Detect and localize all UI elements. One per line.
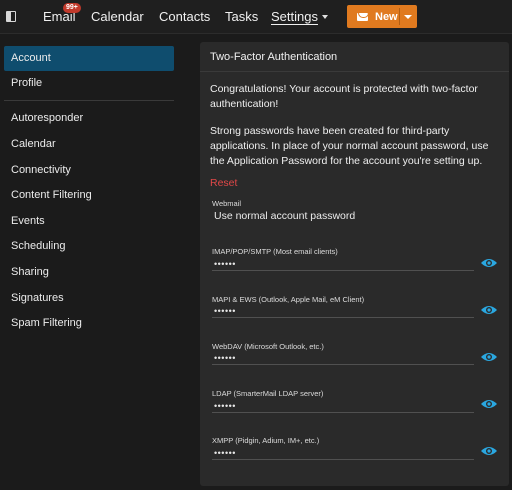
- sidebar-item-connectivity[interactable]: Connectivity: [4, 158, 174, 183]
- top-navigation-bar: Email 99+ Calendar Contacts Tasks Settin…: [0, 0, 512, 34]
- imap-label: IMAP/POP/SMTP (Most email clients): [212, 247, 338, 256]
- webmail-value: Use normal account password: [214, 210, 356, 222]
- mail-icon: [357, 12, 368, 21]
- two-factor-panel: Two-Factor Authentication Congratulation…: [200, 42, 509, 486]
- sidebar-item-events[interactable]: Events: [4, 209, 174, 234]
- sidebar-item-calendar[interactable]: Calendar: [4, 132, 174, 157]
- mapi-password-field[interactable]: ••••••: [214, 306, 236, 316]
- xmpp-field-underline: [212, 459, 474, 460]
- ldap-label: LDAP (SmarterMail LDAP server): [212, 389, 324, 398]
- reset-link[interactable]: Reset: [210, 177, 237, 189]
- mapi-field-underline: [212, 317, 474, 318]
- eye-icon[interactable]: [480, 257, 498, 269]
- nav-contacts[interactable]: Contacts: [159, 9, 210, 24]
- mapi-label: MAPI & EWS (Outlook, Apple Mail, eM Clie…: [212, 295, 365, 304]
- ldap-field-underline: [212, 412, 474, 413]
- nav-calendar[interactable]: Calendar: [91, 9, 144, 24]
- webdav-label: WebDAV (Microsoft Outlook, etc.): [212, 342, 324, 351]
- imap-password-field[interactable]: ••••••: [214, 259, 236, 269]
- settings-sidebar: Account Profile Autoresponder Calendar C…: [0, 35, 180, 490]
- webdav-field-underline: [212, 364, 474, 365]
- congrats-text: Congratulations! Your account is protect…: [210, 83, 478, 110]
- new-button-label: New: [375, 10, 398, 23]
- info-text: Strong passwords have been created for t…: [210, 125, 489, 167]
- new-button-divider: [399, 8, 400, 25]
- panel-title: Two-Factor Authentication: [200, 42, 509, 72]
- settings-chevron-down-icon[interactable]: [322, 15, 328, 19]
- nav-tasks[interactable]: Tasks: [225, 9, 258, 24]
- xmpp-password-field[interactable]: ••••••: [214, 448, 236, 458]
- nav-settings[interactable]: Settings: [271, 9, 318, 24]
- eye-icon[interactable]: [480, 445, 498, 457]
- webdav-password-field[interactable]: ••••••: [214, 353, 236, 363]
- sidebar-item-account[interactable]: Account: [4, 46, 174, 71]
- eye-icon[interactable]: [480, 398, 498, 410]
- webmail-label: Webmail: [212, 199, 242, 208]
- sidebar-toggle-icon[interactable]: [6, 11, 16, 22]
- sidebar-item-profile[interactable]: Profile: [4, 71, 174, 96]
- sidebar-item-autoresponder[interactable]: Autoresponder: [4, 106, 174, 131]
- sidebar-item-content-filtering[interactable]: Content Filtering: [4, 183, 174, 208]
- sidebar-item-spam-filtering[interactable]: Spam Filtering: [4, 311, 174, 336]
- imap-field-underline: [212, 270, 474, 271]
- ldap-password-field[interactable]: ••••••: [214, 401, 236, 411]
- new-item-button[interactable]: New: [347, 5, 399, 28]
- eye-icon[interactable]: [480, 304, 498, 316]
- sidebar-item-signatures[interactable]: Signatures: [4, 286, 174, 311]
- sidebar-item-scheduling[interactable]: Scheduling: [4, 234, 174, 259]
- sidebar-divider: [4, 100, 174, 101]
- sidebar-item-sharing[interactable]: Sharing: [4, 260, 174, 285]
- email-unread-badge: 99+: [63, 3, 81, 13]
- xmpp-label: XMPP (Pidgin, Adium, IM+, etc.): [212, 436, 320, 445]
- eye-icon[interactable]: [480, 351, 498, 363]
- new-dropdown-chevron-icon[interactable]: [404, 15, 412, 19]
- new-button[interactable]: New: [347, 5, 417, 28]
